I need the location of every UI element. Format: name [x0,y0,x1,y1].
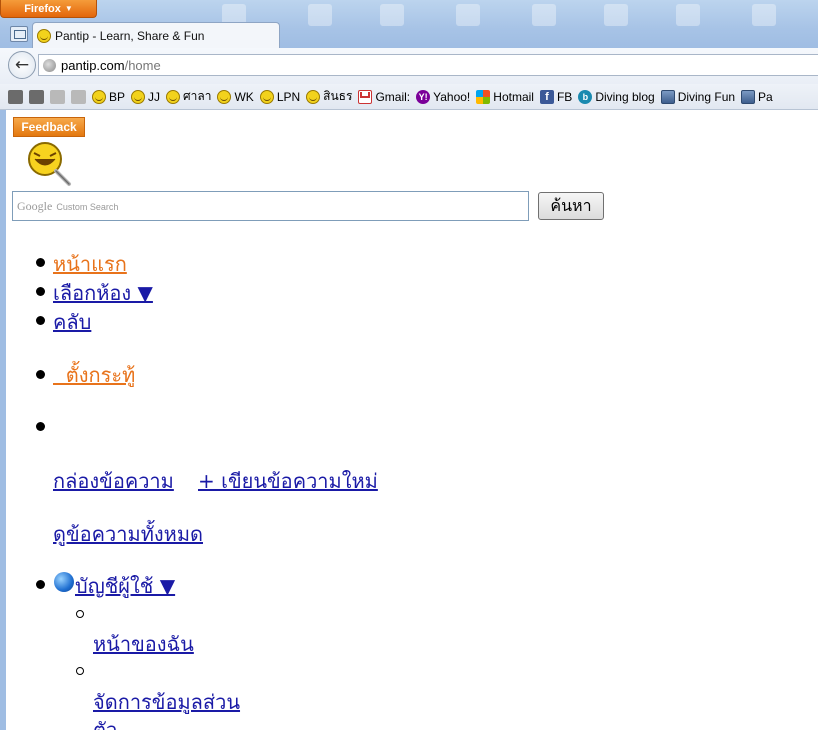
person-icon [741,89,756,104]
search-button[interactable]: ค้นหา [538,192,604,220]
new-message-link[interactable]: + เขียนข้อความใหม่ [198,465,378,497]
account-menu-link[interactable]: บัญชีผู้ใช้ ▼ [75,570,175,602]
smiley-icon [131,89,146,104]
bookmark-hotmail[interactable]: Hotmail [476,89,534,104]
feedback-label[interactable]: Feedback [13,117,85,137]
tab-groups-button[interactable] [10,26,28,42]
bookmark-jj[interactable]: JJ [131,89,160,104]
back-button[interactable]: ← [8,51,36,79]
bookmarks-toolbar: BP JJ ศาลา WK LPN สินธร Gmail: Y! Yahoo! … [0,84,818,110]
downloads-icon[interactable] [29,89,44,104]
bookmark-fb[interactable]: f FB [539,89,572,104]
navigation-toolbar: ← pantip.com/home [0,48,818,85]
my-page-link[interactable]: หน้าของฉัน [93,628,194,660]
print-icon[interactable] [8,89,23,104]
url-path: /home [124,57,161,73]
site-identity-icon[interactable] [43,58,56,72]
gmail-icon [358,89,373,104]
bookmark-diving-fun[interactable]: Diving Fun [660,89,735,104]
page-content: Feedback Google Custom Search ค้นหา หน้าแ… [6,110,818,730]
nav-club-link[interactable]: คลับ [53,306,91,338]
bookmark-bp[interactable]: BP [92,89,125,104]
bookmark-pa[interactable]: Pa [741,89,773,104]
bookmark-yahoo[interactable]: Y! Yahoo! [416,89,470,104]
list-bullet [36,580,45,589]
paste-icon[interactable] [71,89,86,104]
search-input[interactable]: Google Custom Search [12,191,529,221]
list-bullet [36,422,45,431]
tab-title: Pantip - Learn, Share & Fun [55,28,205,43]
manage-personal-info-link-cont[interactable]: ตัว [93,714,117,730]
copy-icon[interactable] [50,89,65,104]
smiley-icon [306,89,321,104]
desktop-icon [456,4,480,26]
nav-home-link[interactable]: หน้าแรก [53,248,127,280]
blog-icon: b [578,89,593,104]
bookmark-diving-blog[interactable]: b Diving blog [578,89,655,104]
magnifier-smiley-icon [28,142,71,186]
yahoo-icon: Y! [416,89,431,104]
desktop-icon [308,4,332,26]
pantip-favicon-icon [37,28,51,43]
search-watermark: Google Custom Search [17,198,119,213]
smiley-icon [217,89,232,104]
nav-create-topic-link[interactable]: ตั้งกระทู้ [53,359,136,391]
list-bullet [36,316,45,325]
bookmark-gmail[interactable]: Gmail: [358,89,410,104]
browser-tab[interactable]: Pantip - Learn, Share & Fun [32,22,280,48]
url-host: pantip.com [61,57,125,73]
list-bullet-hollow [76,667,84,675]
chevron-down-icon: ▼ [64,4,73,13]
desktop-icon [604,4,628,26]
bookmark-sala[interactable]: ศาลา [166,87,211,106]
all-messages-link[interactable]: ดูข้อความทั้งหมด [53,518,203,550]
list-bullet [36,370,45,379]
globe-avatar-icon [54,572,74,592]
list-bullet-hollow [76,610,84,618]
bookmark-sinthorn[interactable]: สินธร [306,87,352,106]
back-arrow-icon: ← [14,55,30,75]
smiley-icon [166,89,181,104]
bookmark-lpn[interactable]: LPN [259,89,300,104]
feedback-widget[interactable]: Feedback [13,117,89,187]
smiley-icon [259,89,274,104]
address-bar[interactable]: pantip.com/home [38,54,818,76]
nav-choose-room-link[interactable]: เลือกห้อง ▼ [53,277,153,309]
windows-icon [476,89,491,104]
bookmark-wk[interactable]: WK [217,89,254,104]
smiley-icon [92,89,106,104]
desktop-icon [380,4,404,26]
list-bullet [36,287,45,296]
desktop-icon [532,4,556,26]
firefox-menu-button[interactable]: Firefox ▼ [0,0,97,18]
desktop-icon [752,4,776,26]
person-icon [660,89,675,104]
firefox-menu-label: Firefox [24,2,61,15]
list-bullet [36,258,45,267]
browser-titlebar: Firefox ▼ Pantip - Learn, Share & Fun [0,0,818,48]
facebook-icon: f [539,89,554,104]
desktop-icon [676,4,700,26]
inbox-link[interactable]: กล่องข้อความ [53,465,174,497]
